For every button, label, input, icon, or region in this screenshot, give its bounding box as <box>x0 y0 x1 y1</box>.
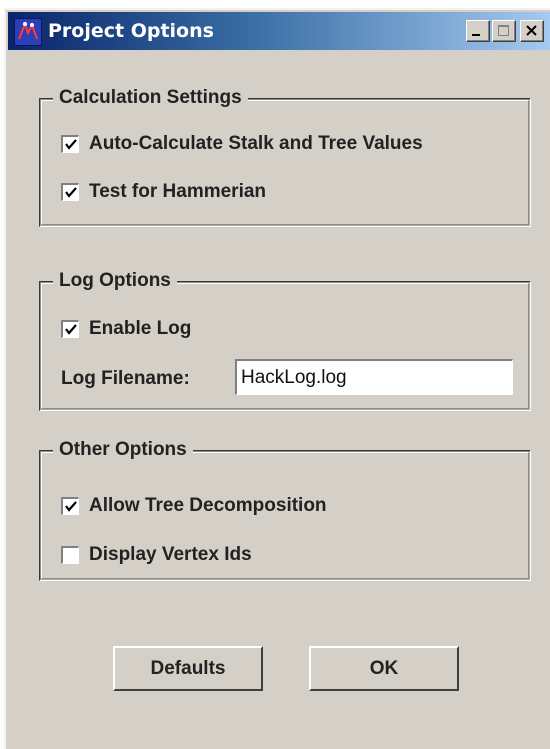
checkmark-icon <box>65 139 77 150</box>
checkmark-icon <box>65 187 77 198</box>
enable-log-label: Enable Log <box>89 318 192 339</box>
display-vertex-ids-label: Display Vertex Ids <box>89 544 252 565</box>
calculation-settings-title: Calculation Settings <box>53 86 248 110</box>
allow-tree-decomposition-label: Allow Tree Decomposition <box>89 495 327 516</box>
title-bar[interactable]: Project Options <box>8 12 550 50</box>
auto-calculate-label: Auto-Calculate Stalk and Tree Values <box>89 133 423 154</box>
display-vertex-ids-checkbox[interactable] <box>61 546 79 564</box>
checkmark-icon <box>65 324 77 335</box>
other-options-title: Other Options <box>53 438 193 462</box>
enable-log-checkbox[interactable] <box>61 320 79 338</box>
auto-calculate-checkbox[interactable] <box>61 135 79 153</box>
close-icon <box>526 25 537 36</box>
maximize-icon <box>498 25 509 36</box>
other-options-group: Other Options Allow Tree Decomposition D… <box>39 438 531 581</box>
log-filename-label: Log Filename: <box>61 368 190 389</box>
test-hammerian-label: Test for Hammerian <box>89 181 267 202</box>
checkmark-icon <box>65 501 77 512</box>
close-button[interactable] <box>520 20 544 42</box>
calculation-settings-group: Calculation Settings Auto-Calculate Stal… <box>39 86 531 227</box>
log-options-title: Log Options <box>53 269 177 293</box>
maximize-button[interactable] <box>492 20 516 42</box>
log-options-group: Log Options Enable Log Log Filename: <box>39 269 531 411</box>
window-title: Project Options <box>48 20 214 42</box>
project-options-dialog: Project Options Calculation Settings Aut… <box>4 8 550 749</box>
log-filename-input[interactable] <box>235 359 513 395</box>
defaults-button[interactable]: Defaults <box>113 646 263 691</box>
test-hammerian-checkbox[interactable] <box>61 183 79 201</box>
minimize-button[interactable] <box>466 20 490 42</box>
app-icon <box>14 18 42 46</box>
allow-tree-decomposition-checkbox[interactable] <box>61 497 79 515</box>
ok-button[interactable]: OK <box>309 646 459 691</box>
minimize-icon <box>472 34 480 36</box>
